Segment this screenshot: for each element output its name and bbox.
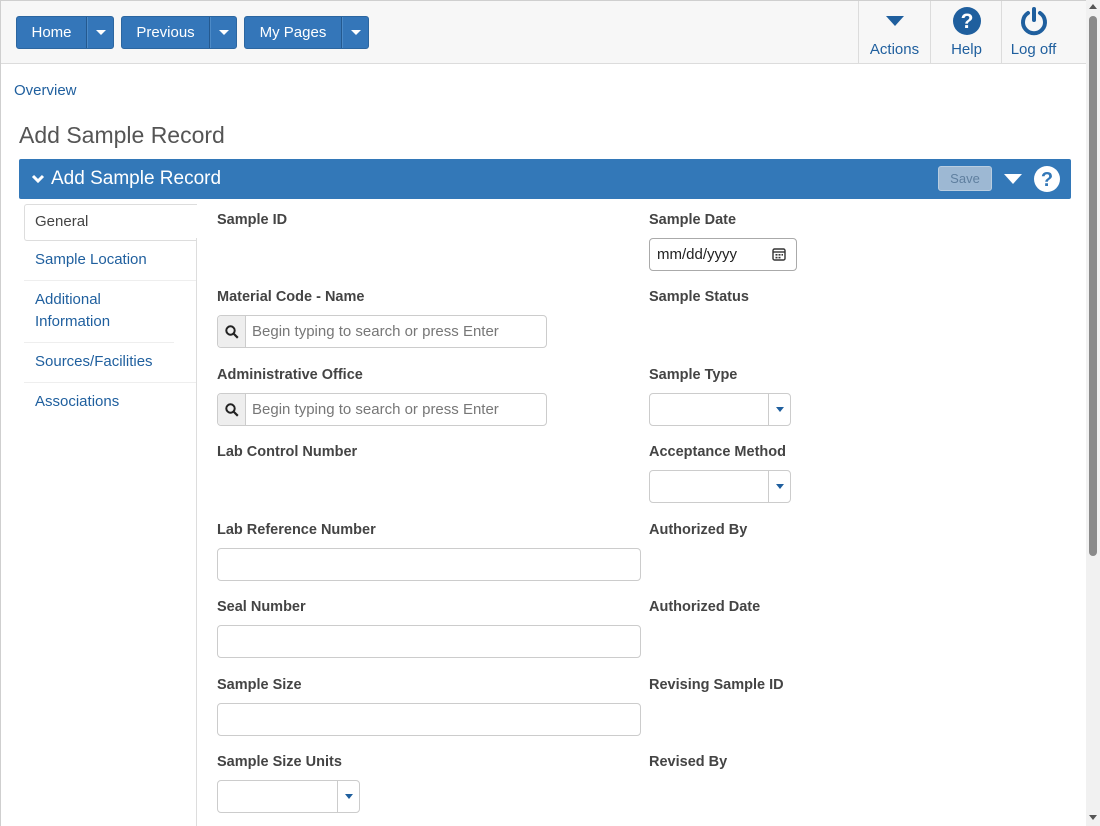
sample-type-label: Sample Type (649, 367, 738, 383)
sample-date-field[interactable]: mm/dd/yyyy (649, 238, 797, 271)
previous-button-group: Previous (121, 16, 237, 49)
top-toolbar: Home Previous My Pages Actions ? Help Lo… (1, 1, 1086, 64)
actions-label: Actions (869, 41, 920, 58)
revising-sample-id-label: Revising Sample ID (649, 677, 784, 693)
material-code-input[interactable] (246, 316, 546, 347)
authorized-date-label: Authorized Date (649, 599, 761, 615)
sample-size-label: Sample Size (217, 677, 302, 693)
lab-control-number-label: Lab Control Number (217, 444, 358, 460)
scroll-up-arrow-icon[interactable] (1089, 4, 1097, 9)
sample-type-select[interactable] (649, 393, 791, 426)
sample-id-label: Sample ID (217, 212, 288, 228)
material-code-search (217, 315, 547, 348)
calendar-icon[interactable] (772, 247, 786, 265)
authorized-by-label: Authorized By (649, 522, 748, 538)
collapse-chevron-icon[interactable] (31, 171, 45, 188)
acceptance-method-label: Acceptance Method (649, 444, 786, 460)
previous-button[interactable]: Previous (122, 17, 210, 48)
search-icon[interactable] (218, 316, 246, 347)
sample-date-label: Sample Date (649, 212, 737, 228)
tab-general[interactable]: General (24, 204, 197, 241)
scrollbar-thumb[interactable] (1089, 16, 1097, 556)
svg-text:?: ? (960, 10, 973, 33)
sample-date-value: mm/dd/yyyy (657, 246, 738, 263)
lab-reference-number-field[interactable] (217, 548, 641, 581)
home-dropdown-toggle[interactable] (87, 17, 113, 48)
sample-size-units-select[interactable] (217, 780, 360, 813)
sample-size-field[interactable] (217, 703, 641, 736)
sample-size-units-label: Sample Size Units (217, 754, 342, 770)
scroll-down-arrow-icon[interactable] (1089, 815, 1097, 820)
lab-reference-number-label: Lab Reference Number (217, 522, 376, 538)
acceptance-method-select[interactable] (649, 470, 791, 503)
sample-status-label: Sample Status (649, 289, 749, 305)
seal-number-field[interactable] (217, 625, 641, 658)
panel-title: Add Sample Record (51, 168, 222, 189)
my-pages-button[interactable]: My Pages (245, 17, 342, 48)
panel-header: Add Sample Record Save ? (19, 159, 1071, 199)
caret-down-icon (95, 30, 106, 35)
admin-office-search (217, 393, 547, 426)
revised-by-label: Revised By (649, 754, 728, 770)
caret-down-icon (344, 794, 353, 799)
panel-help-icon[interactable]: ? (1033, 165, 1061, 197)
sample-type-dropdown[interactable] (768, 394, 790, 425)
caret-down-icon (775, 484, 784, 489)
acceptance-method-dropdown[interactable] (768, 471, 790, 502)
my-pages-dropdown-toggle[interactable] (342, 17, 368, 48)
logoff-label: Log off (1010, 41, 1057, 58)
breadcrumb-overview-link[interactable]: Overview (14, 82, 77, 99)
home-button-group: Home (16, 16, 114, 49)
caret-down-icon (350, 30, 361, 35)
tab-sample-location[interactable]: Sample Location (24, 241, 197, 281)
logoff-button[interactable]: Log off (1001, 1, 1065, 64)
vertical-scrollbar[interactable] (1086, 0, 1100, 826)
help-label: Help (951, 41, 982, 58)
my-pages-button-group: My Pages (244, 16, 369, 49)
app-frame: Home Previous My Pages Actions ? Help Lo… (0, 0, 1086, 826)
admin-office-label: Administrative Office (217, 367, 363, 383)
save-button[interactable]: Save (938, 166, 992, 191)
search-icon[interactable] (218, 394, 246, 425)
sample-size-units-dropdown[interactable] (337, 781, 359, 812)
home-button[interactable]: Home (17, 17, 87, 48)
page-title: Add Sample Record (19, 122, 225, 148)
admin-office-input[interactable] (246, 394, 546, 425)
tab-divider (196, 238, 197, 826)
material-code-label: Material Code - Name (217, 289, 365, 305)
caret-down-icon (218, 30, 229, 35)
question-circle-icon: ? (952, 5, 982, 37)
caret-down-icon (885, 5, 905, 37)
section-tabs: General Sample Location Additional Infor… (24, 204, 197, 422)
tab-sources-facilities[interactable]: Sources/Facilities (24, 343, 197, 383)
panel-menu-caret-icon[interactable] (1004, 174, 1022, 184)
tab-additional-information[interactable]: Additional Information (24, 281, 174, 343)
svg-text:?: ? (1041, 169, 1053, 191)
power-icon (1019, 5, 1049, 37)
caret-down-icon (775, 407, 784, 412)
help-button[interactable]: ? Help (930, 1, 1002, 64)
seal-number-label: Seal Number (217, 599, 306, 615)
actions-button[interactable]: Actions (858, 1, 930, 64)
previous-dropdown-toggle[interactable] (210, 17, 236, 48)
tab-associations[interactable]: Associations (24, 383, 197, 422)
